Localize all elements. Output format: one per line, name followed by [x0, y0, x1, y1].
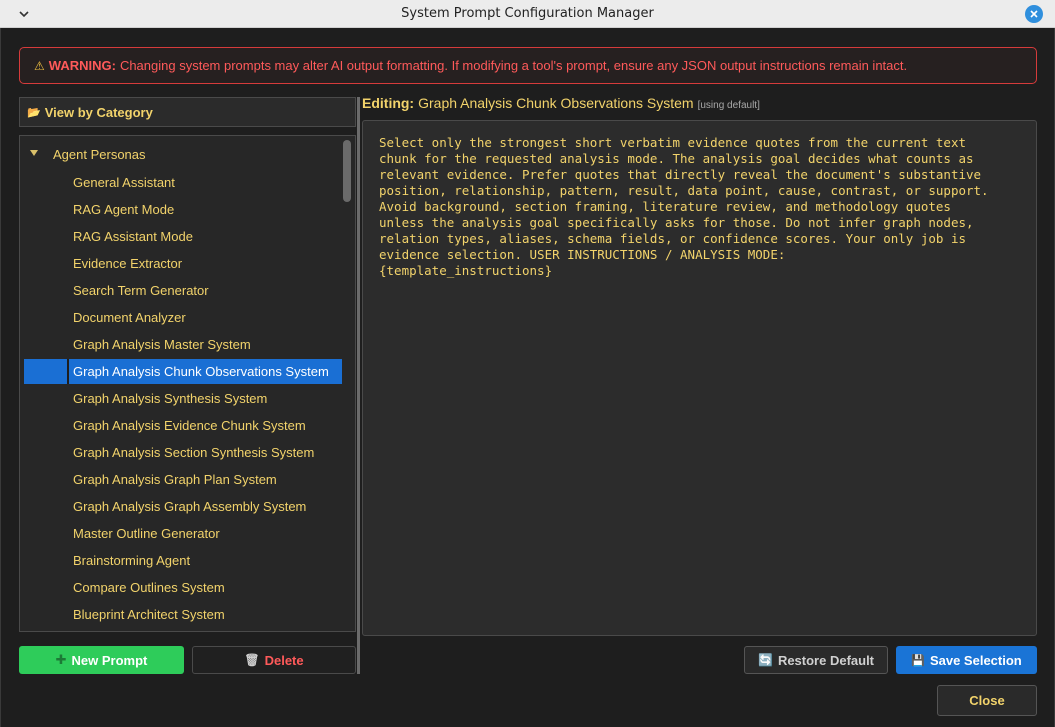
tree-item[interactable]: Graph Analysis Synthesis System [24, 386, 342, 411]
tree-item-label: Brainstorming Agent [73, 553, 191, 568]
editing-status: [using default] [697, 100, 760, 111]
tree-item[interactable]: Graph Analysis Evidence Chunk System [24, 413, 342, 438]
tree-item[interactable]: Document Analyzer [24, 305, 342, 330]
view-by-category-header[interactable]: 📂 View by Category [19, 97, 356, 127]
window-title: System Prompt Configuration Manager [401, 6, 654, 21]
tree-item-label: Graph Analysis Section Synthesis System [73, 445, 315, 460]
plus-icon: ✚ [55, 652, 67, 667]
editing-label: Editing: [362, 95, 415, 111]
prompt-text[interactable]: Select only the strongest short verbatim… [379, 135, 1020, 279]
tree-item[interactable]: Graph Analysis Graph Assembly System [24, 494, 342, 519]
tree-item[interactable]: Graph Analysis Chunk Observations System [24, 359, 342, 384]
scrollbar-thumb[interactable] [343, 140, 351, 202]
warning-text: Changing system prompts may alter AI out… [119, 58, 908, 73]
tree-item-label: Graph Analysis Master System [73, 337, 251, 352]
delete-button[interactable]: 🗑 Delete [192, 646, 356, 674]
title-bar: System Prompt Configuration Manager [0, 0, 1055, 28]
prompt-editor[interactable]: Select only the strongest short verbatim… [362, 120, 1037, 636]
tree-scrollbar[interactable] [342, 140, 352, 628]
delete-label: Delete [264, 652, 304, 668]
window-body: ⚠ WARNING: Changing system prompts may a… [0, 28, 1055, 727]
restore-default-button[interactable]: 🔄 Restore Default [744, 646, 888, 674]
editing-prompt-name: Graph Analysis Chunk Observations System [418, 95, 694, 111]
save-selection-label: Save Selection [929, 652, 1022, 668]
panel-splitter[interactable] [357, 97, 360, 674]
selection-divider [67, 359, 69, 384]
tree-item-label: Graph Analysis Graph Assembly System [73, 499, 307, 514]
trash-icon: 🗑 [244, 653, 260, 667]
new-prompt-label: New Prompt [71, 652, 148, 668]
tree-item[interactable]: Graph Analysis Graph Plan System [24, 467, 342, 492]
restore-default-label: Restore Default [777, 652, 875, 668]
close-label: Close [969, 693, 1005, 708]
save-selection-button[interactable]: 💾 Save Selection [896, 646, 1037, 674]
tree-item-label: Graph Analysis Evidence Chunk System [73, 418, 306, 433]
tree-item[interactable]: General Assistant [24, 170, 342, 195]
refresh-icon: 🔄 [757, 653, 773, 667]
tree-item[interactable]: Blueprint Architect System [24, 602, 342, 627]
tree-item-label: RAG Agent Mode [73, 202, 175, 217]
tree-item[interactable]: RAG Assistant Mode [24, 224, 342, 249]
tree-item-label: Graph Analysis Chunk Observations System [73, 364, 329, 379]
tree-item-label: Master Outline Generator [73, 526, 220, 541]
tree-item-label: Document Analyzer [73, 310, 186, 325]
tree-item[interactable]: Graph Analysis Master System [24, 332, 342, 357]
tree-item[interactable]: Search Term Generator [24, 278, 342, 303]
tree-item-label: RAG Assistant Mode [73, 229, 193, 244]
tree-item-label: General Assistant [73, 175, 175, 190]
folder-icon: 📂 [27, 106, 41, 119]
tree-item[interactable]: Compare Outlines System [24, 575, 342, 600]
tree-item-label: Graph Analysis Synthesis System [73, 391, 268, 406]
editing-header: Editing: Graph Analysis Chunk Observatio… [362, 95, 760, 115]
tree-item-label: Search Term Generator [73, 283, 209, 298]
tree-item-label: Compare Outlines System [73, 580, 225, 595]
tree-item-label: Blueprint Architect System [73, 607, 225, 622]
category-header-label: View by Category [44, 104, 153, 120]
tree-item[interactable]: Graph Analysis Section Synthesis System [24, 440, 342, 465]
expand-arrow-icon[interactable] [30, 150, 38, 156]
prompt-tree[interactable]: Agent Personas General Assistant RAG Agen… [19, 135, 356, 632]
tree-item[interactable]: Evidence Extractor [24, 251, 342, 276]
close-button[interactable]: Close [937, 685, 1037, 716]
window-close-button[interactable] [1025, 5, 1043, 23]
warning-label: WARNING: [48, 58, 116, 73]
tree-item[interactable]: RAG Agent Mode [24, 197, 342, 222]
tree-group-label: Agent Personas [53, 147, 146, 162]
tree-item-label: Evidence Extractor [73, 256, 183, 271]
warning-icon: ⚠ [34, 58, 45, 73]
new-prompt-button[interactable]: ✚ New Prompt [19, 646, 184, 674]
floppy-disk-icon: 💾 [911, 654, 925, 667]
tree-item-label: Graph Analysis Graph Plan System [73, 472, 277, 487]
tree-item[interactable]: Master Outline Generator [24, 521, 342, 546]
tree-item[interactable]: Brainstorming Agent [24, 548, 342, 573]
warning-banner: ⚠ WARNING: Changing system prompts may a… [19, 47, 1037, 84]
close-icon [1030, 10, 1038, 18]
